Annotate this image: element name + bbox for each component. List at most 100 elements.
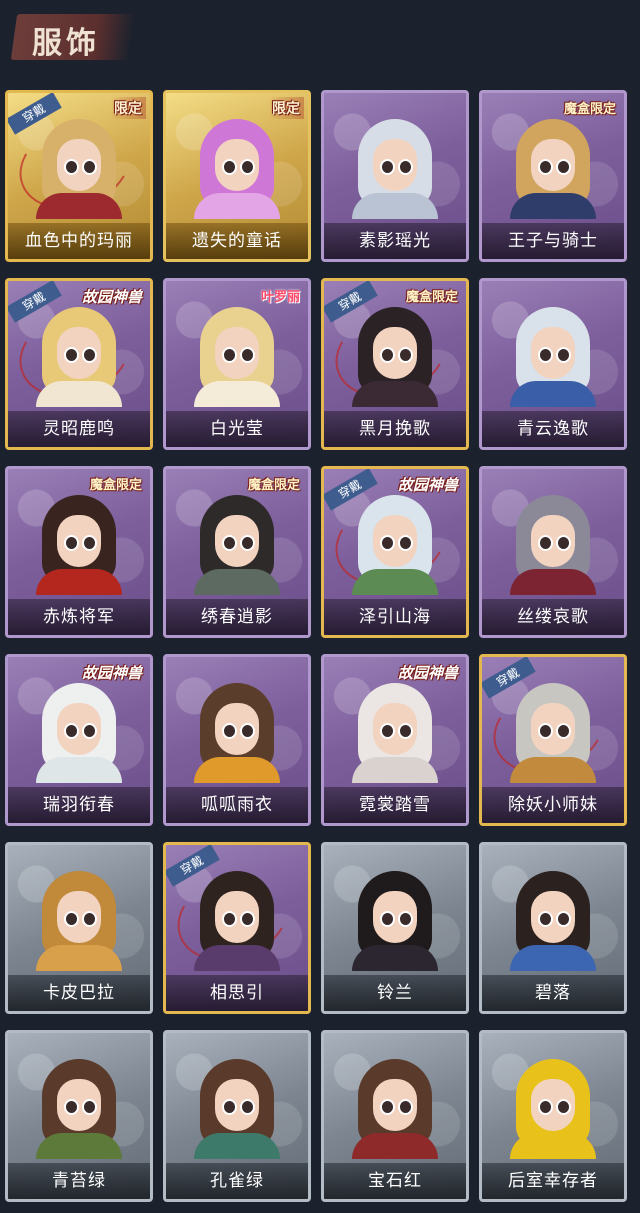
skin-card[interactable]: 呱呱雨衣	[163, 654, 311, 826]
portrait-eye	[240, 1099, 255, 1115]
portrait-eye	[82, 347, 97, 363]
portrait-body	[352, 193, 438, 219]
page-title: 服饰	[32, 26, 100, 61]
portrait-eye	[538, 723, 553, 739]
portrait-body	[36, 569, 122, 595]
skin-card[interactable]: 铃兰	[321, 842, 469, 1014]
portrait-body	[36, 757, 122, 783]
character-portrait	[194, 683, 280, 783]
skin-name-label: 血色中的玛丽	[8, 223, 150, 259]
portrait-eye	[556, 911, 571, 927]
portrait-body	[194, 1133, 280, 1159]
skin-card[interactable]: 卡皮巴拉	[5, 842, 153, 1014]
skin-name-label: 除妖小师妹	[482, 787, 624, 823]
character-portrait	[36, 871, 122, 971]
skin-card[interactable]: 限定 遗失的童话	[163, 90, 311, 262]
skin-name-label: 后室幸存者	[482, 1163, 624, 1199]
skin-name-label: 灵昭鹿鸣	[8, 411, 150, 447]
character-portrait	[352, 307, 438, 407]
character-portrait	[352, 119, 438, 219]
portrait-body	[352, 381, 438, 407]
skin-card[interactable]: 魔盒限定 王子与骑士	[479, 90, 627, 262]
portrait-eye	[398, 159, 413, 175]
character-portrait	[36, 1059, 122, 1159]
portrait-eye	[556, 159, 571, 175]
skin-card[interactable]: 青苔绿	[5, 1030, 153, 1202]
skin-name-label: 绣春逍影	[166, 599, 308, 635]
portrait-body	[510, 193, 596, 219]
skin-tag-badge: 故园神兽	[397, 476, 458, 494]
skin-card[interactable]: 宝石红	[321, 1030, 469, 1202]
skin-tag-badge: 故园神兽	[81, 664, 142, 682]
skin-card[interactable]: 穿戴 除妖小师妹	[479, 654, 627, 826]
character-portrait	[510, 119, 596, 219]
skin-tag-badge: 魔盒限定	[405, 290, 458, 305]
character-portrait	[194, 1059, 280, 1159]
skin-name-label: 瑞羽衔春	[8, 787, 150, 823]
skin-card[interactable]: 魔盒限定 赤炼将军	[5, 466, 153, 638]
skin-name-label: 铃兰	[324, 975, 466, 1011]
portrait-eye	[82, 159, 97, 175]
skin-card[interactable]: 故园神兽瑞羽衔春	[5, 654, 153, 826]
skin-card[interactable]: 限定 穿戴 血色中的玛丽	[5, 90, 153, 262]
skin-name-label: 相思引	[166, 975, 308, 1011]
portrait-body	[352, 569, 438, 595]
skin-name-label: 霓裳踏雪	[324, 787, 466, 823]
portrait-eye	[222, 911, 237, 927]
portrait-eye	[398, 535, 413, 551]
skin-name-label: 丝缕哀歌	[482, 599, 624, 635]
portrait-eye	[82, 723, 97, 739]
portrait-body	[194, 945, 280, 971]
portrait-eye	[222, 723, 237, 739]
portrait-eye	[538, 911, 553, 927]
portrait-eye	[82, 911, 97, 927]
skin-card[interactable]: 叶罗丽 白光莹	[163, 278, 311, 450]
skin-name-label: 赤炼将军	[8, 599, 150, 635]
portrait-body	[36, 193, 122, 219]
skin-tag-badge: 魔盒限定	[247, 478, 300, 493]
skin-card[interactable]: 素影瑶光	[321, 90, 469, 262]
portrait-eye	[380, 159, 395, 175]
skin-card[interactable]: 青云逸歌	[479, 278, 627, 450]
skin-name-label: 青云逸歌	[482, 411, 624, 447]
character-portrait	[352, 1059, 438, 1159]
skin-card[interactable]: 后室幸存者	[479, 1030, 627, 1202]
skin-card[interactable]: 故园神兽 霓裳踏雪	[321, 654, 469, 826]
skin-card[interactable]: 魔盒限定 穿戴 黑月挽歌	[321, 278, 469, 450]
portrait-eye	[380, 911, 395, 927]
portrait-eye	[82, 1099, 97, 1115]
portrait-eye	[398, 347, 413, 363]
portrait-eye	[64, 723, 79, 739]
skin-card[interactable]: 丝缕哀歌	[479, 466, 627, 638]
skin-tag-badge: 故园神兽	[81, 288, 142, 306]
portrait-eye	[222, 159, 237, 175]
skin-card[interactable]: 故园神兽 穿戴 泽引山海	[321, 466, 469, 638]
character-portrait	[36, 119, 122, 219]
skin-name-label: 孔雀绿	[166, 1163, 308, 1199]
portrait-eye	[64, 911, 79, 927]
portrait-eye	[222, 1099, 237, 1115]
skin-name-label: 素影瑶光	[324, 223, 466, 259]
skin-card[interactable]: 魔盒限定绣春逍影	[163, 466, 311, 638]
portrait-eye	[222, 535, 237, 551]
character-portrait	[36, 495, 122, 595]
skin-card[interactable]: 穿戴 相思引	[163, 842, 311, 1014]
skin-tag-badge: 限定	[268, 97, 304, 119]
skin-card[interactable]: 碧落	[479, 842, 627, 1014]
skin-card[interactable]: 故园神兽 穿戴 灵昭鹿鸣	[5, 278, 153, 450]
portrait-eye	[64, 535, 79, 551]
skin-card[interactable]: 孔雀绿	[163, 1030, 311, 1202]
skin-name-label: 王子与骑士	[482, 223, 624, 259]
portrait-eye	[240, 723, 255, 739]
portrait-eye	[380, 723, 395, 739]
skin-name-label: 白光莹	[166, 411, 308, 447]
character-portrait	[36, 683, 122, 783]
portrait-body	[194, 381, 280, 407]
portrait-body	[36, 945, 122, 971]
character-portrait	[194, 307, 280, 407]
portrait-body	[510, 381, 596, 407]
portrait-eye	[398, 723, 413, 739]
skin-name-label: 碧落	[482, 975, 624, 1011]
portrait-eye	[380, 347, 395, 363]
character-portrait	[510, 495, 596, 595]
